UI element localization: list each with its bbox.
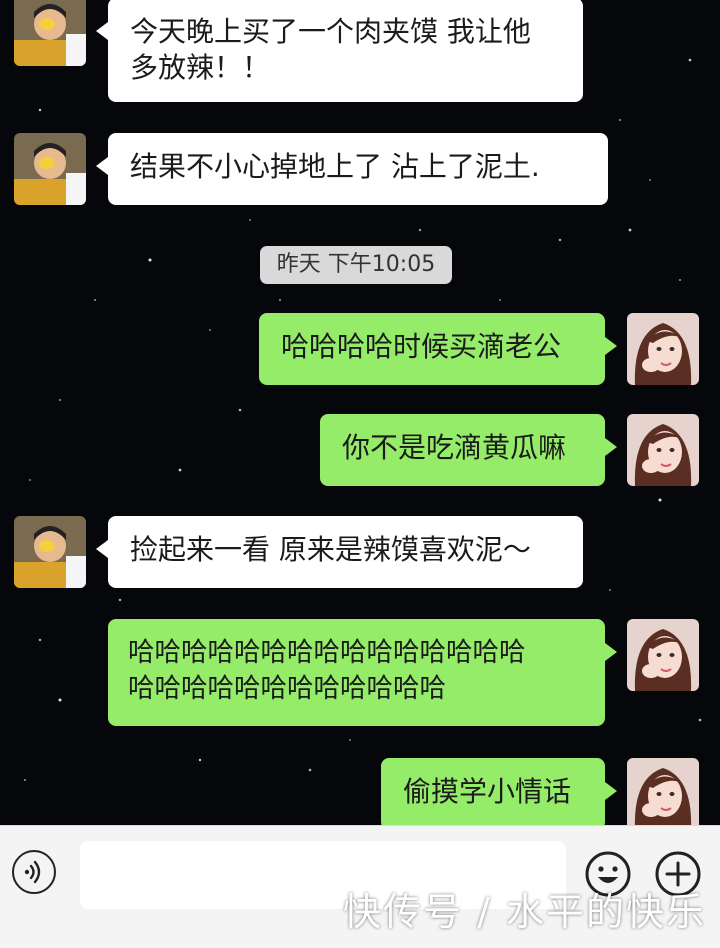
message-bubble[interactable]: 你不是吃滴黄瓜嘛 [320, 414, 617, 486]
avatar-contact[interactable] [14, 133, 86, 205]
message-bubble[interactable]: 结果不小心掉地上了 沾上了泥土. [96, 133, 608, 205]
avatar-contact[interactable] [14, 516, 86, 588]
voice-icon [24, 860, 41, 884]
message-bubble[interactable]: 捡起来一看 原来是辣馍喜欢泥～ [96, 516, 583, 588]
self-avatar-image [627, 414, 699, 486]
avatar-self[interactable] [627, 414, 699, 486]
message-bubble[interactable]: 偷摸学小情话 [381, 758, 617, 830]
watermark-text: 快传号 / 水平的快乐 [343, 890, 706, 934]
avatar-self[interactable] [627, 313, 699, 385]
voice-button[interactable] [12, 850, 56, 894]
message-bubble[interactable]: 今天晚上买了一个肉夹馍 我让他 多放辣！！ [96, 0, 583, 102]
message-bubble[interactable]: 哈哈哈哈哈哈哈哈哈哈哈哈哈哈哈 哈哈哈哈哈哈哈哈哈哈哈哈 [108, 619, 617, 726]
avatar-contact[interactable] [14, 0, 86, 66]
self-avatar-image [627, 758, 699, 830]
self-avatar-image [627, 313, 699, 385]
contact-avatar-image [14, 516, 86, 588]
timestamp-divider: 昨天 下午10:05 [260, 246, 452, 284]
self-avatar-image [627, 619, 699, 691]
avatar-self[interactable] [627, 619, 699, 691]
avatar-self[interactable] [627, 758, 699, 830]
message-bubble[interactable]: 哈哈哈哈时候买滴老公 [259, 313, 617, 385]
contact-avatar-image [14, 133, 86, 205]
contact-avatar-image [14, 0, 86, 66]
